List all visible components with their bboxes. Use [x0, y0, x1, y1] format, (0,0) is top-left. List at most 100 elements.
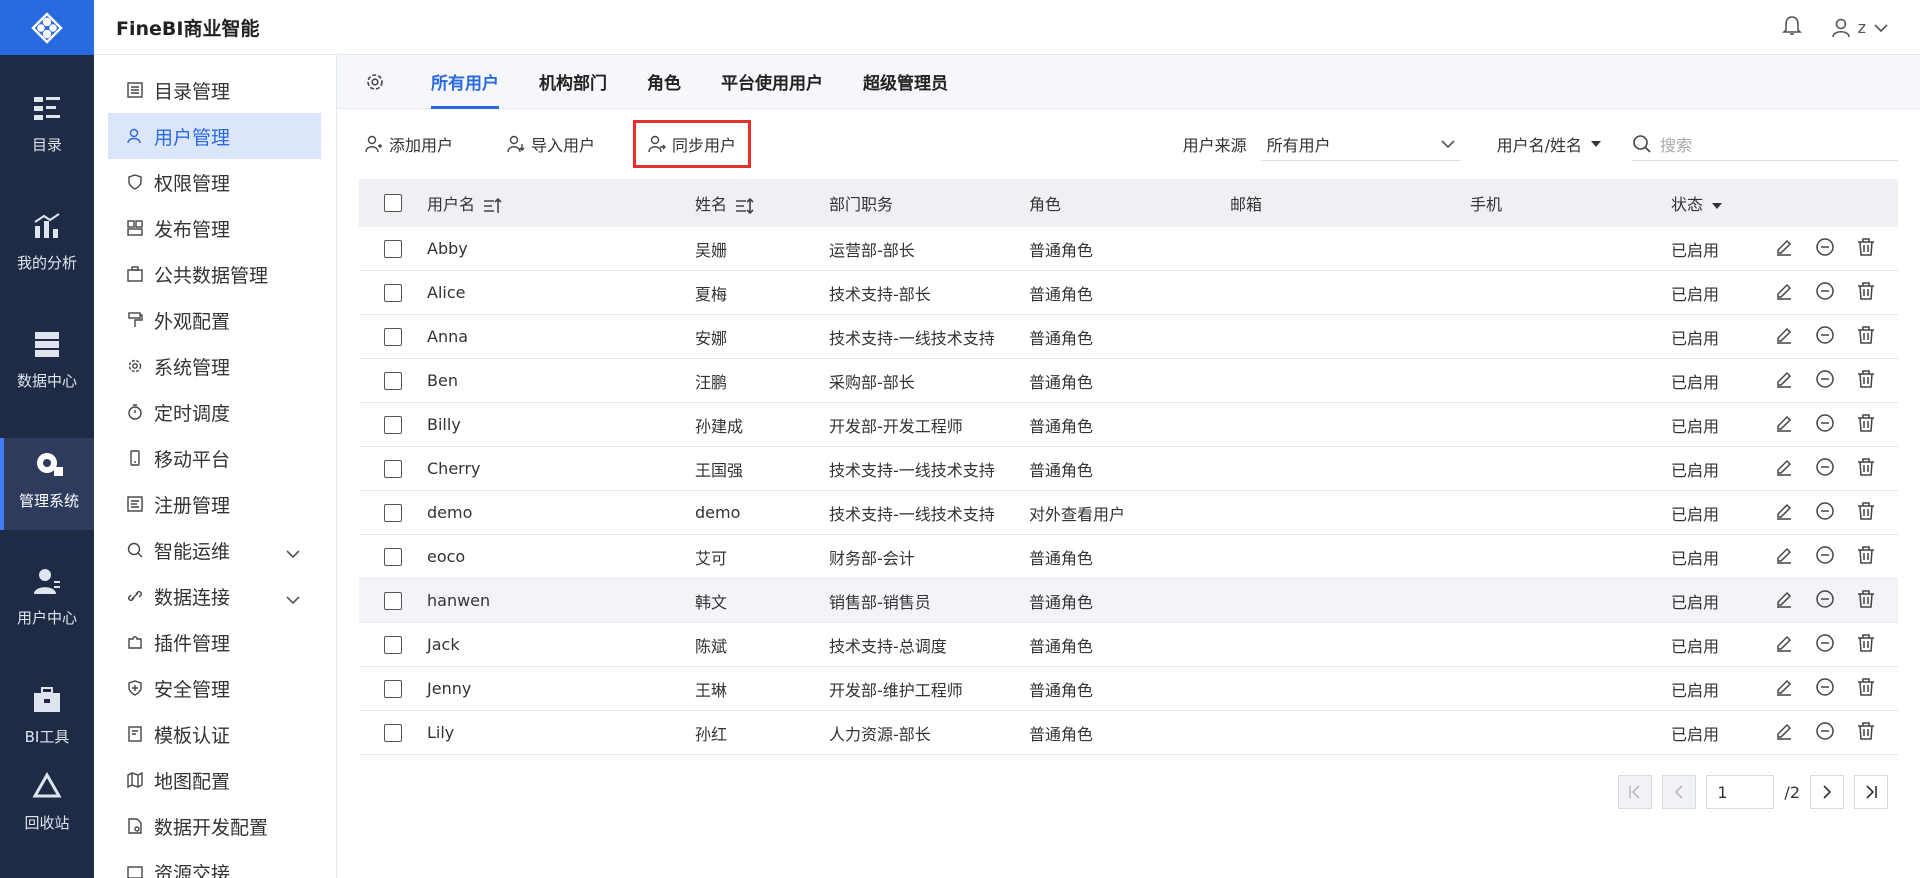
sidebar-item-registration[interactable]: 注册管理	[94, 481, 336, 527]
table-row[interactable]: Alice 夏梅 技术支持-部长 普通角色 已启用	[359, 271, 1898, 315]
sidebar-item-data-connection[interactable]: 数据连接	[94, 573, 336, 619]
nav-item-management[interactable]: 管理系统	[0, 438, 94, 530]
trash-icon[interactable]	[1857, 589, 1875, 612]
tab-platform-users[interactable]: 平台使用用户	[721, 55, 823, 109]
nav-item-catalog[interactable]: 目录	[0, 92, 94, 155]
sidebar-item-mobile-platform[interactable]: 移动平台	[94, 435, 336, 481]
import-user-button[interactable]: 导入用户	[499, 120, 603, 168]
search-input[interactable]: 搜索	[1632, 127, 1898, 161]
edit-icon[interactable]	[1775, 458, 1793, 480]
next-page-button[interactable]	[1810, 775, 1844, 809]
edit-icon[interactable]	[1775, 414, 1793, 436]
table-row[interactable]: Lily 孙红 人力资源-部长 普通角色 已启用	[359, 711, 1898, 755]
trash-icon[interactable]	[1857, 281, 1875, 304]
trash-icon[interactable]	[1857, 545, 1875, 568]
edit-icon[interactable]	[1775, 370, 1793, 392]
tab-all-users[interactable]: 所有用户	[431, 55, 499, 109]
edit-icon[interactable]	[1775, 282, 1793, 304]
trash-icon[interactable]	[1857, 369, 1875, 392]
disable-icon[interactable]	[1815, 721, 1835, 745]
trash-icon[interactable]	[1857, 413, 1875, 436]
sync-user-button[interactable]: 同步用户	[633, 120, 752, 168]
edit-icon[interactable]	[1775, 502, 1793, 524]
disable-icon[interactable]	[1815, 413, 1835, 437]
row-checkbox[interactable]	[384, 415, 402, 434]
filter-caret-icon[interactable]	[1711, 202, 1723, 210]
disable-icon[interactable]	[1815, 545, 1835, 569]
table-row[interactable]: Abby 吴姗 运营部-部长 普通角色 已启用	[359, 227, 1898, 271]
edit-icon[interactable]	[1775, 678, 1793, 700]
row-checkbox[interactable]	[384, 371, 402, 390]
disable-icon[interactable]	[1815, 501, 1835, 525]
disable-icon[interactable]	[1815, 633, 1835, 657]
sort-icon[interactable]	[483, 197, 503, 215]
row-checkbox[interactable]	[384, 283, 402, 302]
prev-page-button[interactable]	[1662, 775, 1697, 809]
tab-departments[interactable]: 机构部门	[539, 55, 607, 109]
sidebar-item-data-dev-config[interactable]: 数据开发配置	[94, 803, 336, 849]
tab-roles[interactable]: 角色	[647, 55, 681, 109]
nav-item-my-analysis[interactable]: 我的分析	[0, 210, 94, 273]
nav-item-user-center[interactable]: 用户中心	[0, 565, 94, 628]
trash-icon[interactable]	[1857, 721, 1875, 744]
sidebar-item-user-management[interactable]: 用户管理	[108, 113, 321, 159]
last-page-button[interactable]	[1854, 775, 1888, 809]
settings-gear-icon[interactable]	[365, 72, 385, 92]
sort-icon[interactable]	[735, 197, 755, 215]
disable-icon[interactable]	[1815, 589, 1835, 613]
sidebar-item-public-data-management[interactable]: 公共数据管理	[94, 251, 336, 297]
row-checkbox[interactable]	[384, 679, 402, 698]
sidebar-item-security-management[interactable]: 安全管理	[94, 665, 336, 711]
table-row[interactable]: hanwen 韩文 销售部-销售员 普通角色 已启用	[359, 579, 1898, 623]
table-row[interactable]: Cherry 王国强 技术支持-一线技术支持 普通角色 已启用	[359, 447, 1898, 491]
table-row[interactable]: Ben 汪鹏 采购部-部长 普通角色 已启用	[359, 359, 1898, 403]
add-user-button[interactable]: 添加用户	[357, 120, 461, 168]
edit-icon[interactable]	[1775, 326, 1793, 348]
row-checkbox[interactable]	[384, 591, 402, 610]
sidebar-item-appearance-config[interactable]: 外观配置	[94, 297, 336, 343]
edit-icon[interactable]	[1775, 238, 1793, 260]
nav-item-bi-tools[interactable]: BI工具	[0, 684, 94, 747]
edit-icon[interactable]	[1775, 546, 1793, 568]
sidebar-item-permission-management[interactable]: 权限管理	[94, 159, 336, 205]
trash-icon[interactable]	[1857, 457, 1875, 480]
row-checkbox[interactable]	[384, 723, 402, 742]
disable-icon[interactable]	[1815, 457, 1835, 481]
sidebar-item-smart-ops[interactable]: 智能运维	[94, 527, 336, 573]
app-logo[interactable]	[0, 0, 94, 55]
user-source-select[interactable]: 所有用户	[1260, 127, 1461, 161]
bell-icon[interactable]	[1781, 15, 1802, 41]
row-checkbox[interactable]	[384, 503, 402, 522]
header-username[interactable]: 用户名	[427, 191, 695, 215]
disable-icon[interactable]	[1815, 369, 1835, 393]
sidebar-item-plugin-management[interactable]: 插件管理	[94, 619, 336, 665]
sidebar-item-scheduling[interactable]: 定时调度	[94, 389, 336, 435]
edit-icon[interactable]	[1775, 634, 1793, 656]
nav-item-recycle-bin[interactable]: 回收站	[0, 770, 94, 833]
edit-icon[interactable]	[1775, 590, 1793, 612]
table-row[interactable]: demo demo 技术支持-一线技术支持 对外查看用户 已启用	[359, 491, 1898, 535]
row-checkbox[interactable]	[384, 547, 402, 566]
table-row[interactable]: Jenny 王琳 开发部-维护工程师 普通角色 已启用	[359, 667, 1898, 711]
select-all-checkbox[interactable]	[384, 194, 402, 212]
disable-icon[interactable]	[1815, 237, 1835, 261]
header-name[interactable]: 姓名	[695, 191, 829, 215]
row-checkbox[interactable]	[384, 459, 402, 478]
chevron-down-icon[interactable]	[286, 588, 300, 610]
sidebar-item-template-certification[interactable]: 模板认证	[94, 711, 336, 757]
disable-icon[interactable]	[1815, 325, 1835, 349]
table-row[interactable]: Jack 陈斌 技术支持-总调度 普通角色 已启用	[359, 623, 1898, 667]
trash-icon[interactable]	[1857, 237, 1875, 260]
sidebar-item-resource-handover[interactable]: 资源交接	[94, 849, 336, 878]
first-page-button[interactable]	[1618, 775, 1653, 809]
table-row[interactable]: Anna 安娜 技术支持-一线技术支持 普通角色 已启用	[359, 315, 1898, 359]
disable-icon[interactable]	[1815, 281, 1835, 305]
trash-icon[interactable]	[1857, 677, 1875, 700]
disable-icon[interactable]	[1815, 677, 1835, 701]
edit-icon[interactable]	[1775, 722, 1793, 744]
sidebar-item-publish-management[interactable]: 发布管理	[94, 205, 336, 251]
sidebar-item-catalog-management[interactable]: 目录管理	[94, 67, 336, 113]
table-row[interactable]: Billy 孙建成 开发部-开发工程师 普通角色 已启用	[359, 403, 1898, 447]
chevron-down-icon[interactable]	[286, 542, 300, 564]
trash-icon[interactable]	[1857, 325, 1875, 348]
